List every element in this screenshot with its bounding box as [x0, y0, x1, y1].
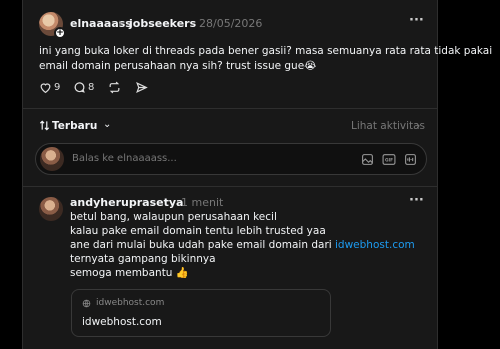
post-author[interactable]: elnaaaass: [70, 17, 132, 30]
reply-line-4: ternyata gampang bikinnya: [70, 253, 216, 265]
image-icon[interactable]: [361, 153, 374, 166]
svg-text:GIF: GIF: [385, 158, 393, 164]
reply-author[interactable]: andyheruprasetya: [70, 196, 183, 209]
breadcrumb-separator: ›: [118, 16, 123, 29]
sort-chevron-down-icon[interactable]: ⌄: [103, 119, 111, 130]
repost-icon[interactable]: [108, 81, 121, 94]
post-text-line-1: ini yang buka loker di threads pada bene…: [39, 45, 493, 57]
reply-input-placeholder[interactable]: Balas ke elnaaaass...: [72, 153, 177, 164]
reply-line-5: semoga membantu 👍: [70, 267, 189, 279]
mic-icon[interactable]: [404, 153, 417, 166]
composer-divider: [23, 186, 437, 187]
idwebhost-link[interactable]: idwebhost.com: [335, 239, 415, 251]
reply-more-button[interactable]: ···: [409, 193, 424, 208]
post-more-button[interactable]: ···: [409, 13, 424, 28]
user-avatar: [40, 147, 64, 171]
preview-title: idwebhost.com: [82, 316, 162, 328]
gif-icon[interactable]: GIF: [382, 153, 396, 166]
post-divider: [23, 108, 437, 109]
comment-count: 8: [88, 82, 95, 93]
reply-composer[interactable]: Balas ke elnaaaass... GIF: [35, 143, 427, 175]
reply-line-3-text: ane dari mulai buka udah pake email doma…: [70, 239, 336, 251]
reply-author-avatar[interactable]: [39, 197, 63, 221]
link-preview-card[interactable]: idwebhost.com idwebhost.com: [71, 289, 331, 337]
like-icon[interactable]: [39, 81, 52, 94]
reply-time: 1 menit: [181, 196, 224, 209]
view-activity-link[interactable]: Lihat aktivitas: [351, 120, 425, 132]
chevron-right-icon[interactable]: ›: [416, 119, 420, 132]
globe-icon: [82, 299, 91, 308]
share-icon[interactable]: [135, 81, 148, 94]
community-name[interactable]: jobseekers: [129, 17, 196, 30]
sort-label[interactable]: Terbaru: [52, 120, 97, 132]
reply-line-3: ane dari mulai buka udah pake email doma…: [70, 238, 415, 252]
like-count: 9: [54, 82, 61, 93]
thread-card: + elnaaaass › jobseekers 28/05/2026 ··· …: [22, 0, 492, 349]
preview-domain: idwebhost.com: [96, 298, 165, 308]
post-text-line-2: email domain perusahaan nya sih? trust i…: [39, 60, 317, 72]
comment-icon[interactable]: [73, 81, 86, 94]
post-date: 28/05/2026: [199, 17, 263, 30]
reply-line-2: kalau pake email domain tentu lebih trus…: [70, 225, 326, 237]
follow-plus-icon[interactable]: +: [54, 27, 66, 39]
reply-line-1: betul bang, walaupun perusahaan kecil: [70, 211, 277, 223]
sort-icon[interactable]: [39, 120, 50, 131]
